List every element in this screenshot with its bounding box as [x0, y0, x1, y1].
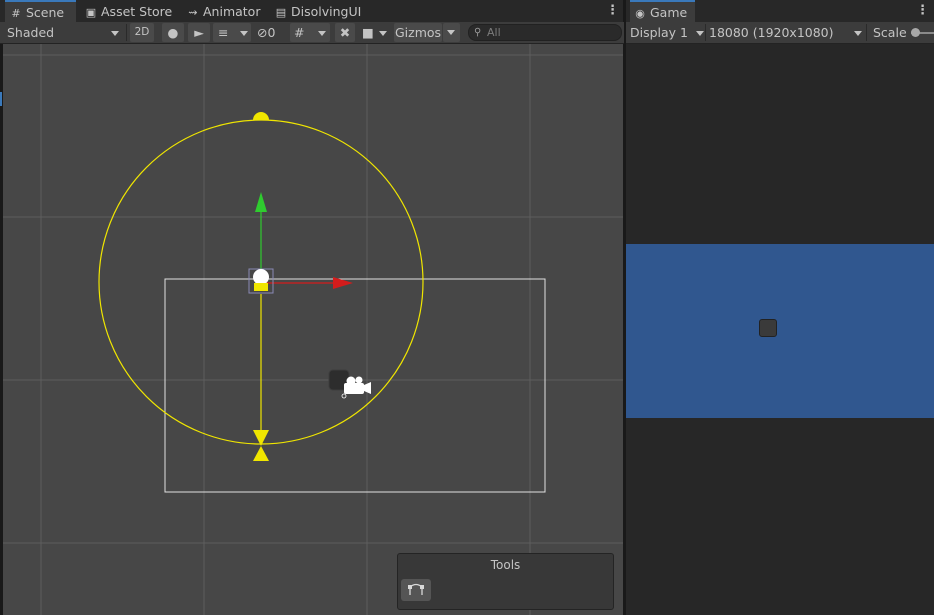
effects-dropdown-button[interactable]: ≡ [213, 23, 251, 42]
tab-game[interactable]: ◉ Game [630, 0, 695, 22]
chevron-down-icon [240, 31, 248, 36]
shading-mode-label: Shaded [7, 25, 55, 40]
toolbar-divider [705, 24, 706, 41]
eye-slash-icon: ⊘ [257, 25, 268, 40]
scene-toolbar: Shaded 2D ● ► ≡ ⊘0 # ✖ ■ Gizmos ⚲ All [0, 22, 624, 44]
toolbar-divider [126, 24, 127, 41]
gizmos-dropdown-button[interactable] [443, 23, 460, 42]
custom-tool-button[interactable] [401, 579, 431, 601]
chevron-down-icon [696, 31, 704, 36]
tab-asset-store[interactable]: ▣ Asset Store [84, 0, 172, 22]
game-toolbar: Display 1 18080 (1920x1080) Scale [626, 22, 934, 44]
toggle-2d-button[interactable]: 2D [130, 23, 154, 42]
display-dropdown[interactable]: Display 1 [630, 23, 704, 42]
gizmos-toggle-button[interactable]: Gizmos [394, 23, 442, 42]
camera-dropdown-button[interactable]: ■ [359, 23, 393, 42]
lighting-toggle-button[interactable]: ● [162, 23, 184, 42]
tab-scene[interactable]: # Scene [5, 0, 76, 22]
tab-disolvingui-label: DisolvingUI [291, 4, 362, 19]
tab-animator-label: Animator [203, 4, 261, 19]
path-tool-icon [408, 583, 424, 595]
scene-grid [3, 44, 623, 615]
light-range-handle[interactable] [253, 112, 269, 120]
game-object-square [759, 319, 777, 337]
chevron-down-icon [111, 31, 119, 36]
chevron-down-icon [318, 31, 326, 36]
tab-game-label: Game [650, 5, 688, 20]
scale-label: Scale [873, 25, 907, 40]
scene-edge-accent [0, 92, 2, 106]
scene-canvas[interactable] [3, 44, 623, 615]
wrench-icon: ✖ [339, 25, 351, 40]
hidden-count: 0 [267, 25, 276, 40]
scene-tab-bar: # Scene ▣ Asset Store ⇝ Animator ▤ Disolving… [0, 0, 624, 23]
light-direction-handle[interactable] [253, 430, 269, 461]
search-icon: ⚲ [474, 27, 482, 38]
tools-toggle-button[interactable]: ✖ [335, 23, 355, 42]
speaker-icon: ► [194, 25, 204, 40]
display-label: Display 1 [630, 25, 689, 40]
resolution-label: 18080 (1920x1080) [709, 25, 834, 40]
tools-overlay-title: Tools [490, 558, 521, 572]
game-tab-bar: ◉ Game ⋮ [626, 0, 934, 23]
light-bulb-icon: ● [167, 25, 179, 40]
audio-toggle-button[interactable]: ► [188, 23, 210, 42]
scale-slider-handle[interactable] [911, 28, 920, 37]
layers-icon: ≡ [218, 25, 229, 40]
scene-view[interactable] [3, 44, 623, 615]
grid-icon: # [294, 25, 305, 40]
tab-asset-store-label: Asset Store [101, 4, 173, 19]
tab-disolvingui[interactable]: ▤ DisolvingUI [274, 0, 362, 22]
game-view[interactable] [626, 44, 934, 615]
chevron-down-icon [447, 30, 455, 35]
game-render-area[interactable] [626, 244, 934, 418]
toolbar-divider [866, 24, 867, 41]
point-light-icon[interactable] [253, 269, 269, 291]
game-panel-menu-icon[interactable]: ⋮ [916, 0, 929, 22]
scene-search-input[interactable]: ⚲ All [468, 24, 622, 41]
scene-panel-menu-icon[interactable]: ⋮ [606, 0, 619, 22]
scene-visibility-button[interactable]: ⊘0 [257, 23, 287, 42]
shading-mode-dropdown[interactable]: Shaded [3, 23, 121, 42]
tab-animator[interactable]: ⇝ Animator [186, 0, 260, 22]
chevron-down-icon [379, 31, 387, 36]
camera-icon: ■ [362, 25, 374, 40]
grid-dropdown-button[interactable]: # [290, 23, 330, 42]
tools-overlay[interactable]: Tools [397, 553, 614, 610]
chevron-down-icon [854, 31, 862, 36]
y-axis-arrow[interactable] [255, 192, 267, 212]
search-placeholder: All [487, 26, 501, 39]
scale-slider[interactable] [911, 28, 934, 37]
resolution-dropdown[interactable]: 18080 (1920x1080) [709, 23, 863, 42]
tab-scene-label: Scene [26, 5, 65, 20]
